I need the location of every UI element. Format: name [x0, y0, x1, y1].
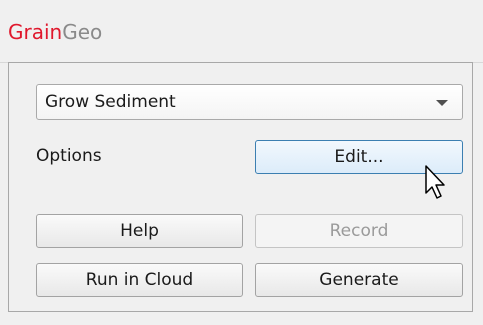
options-label: Options: [36, 146, 102, 166]
help-button[interactable]: Help: [36, 214, 243, 248]
app-title-geo: Geo: [62, 20, 103, 44]
app-title-grain: Grain: [8, 20, 63, 44]
operation-select-value: Grow Sediment: [45, 92, 176, 112]
run-in-cloud-button[interactable]: Run in Cloud: [36, 263, 243, 297]
record-button[interactable]: Record: [255, 214, 463, 248]
generate-button[interactable]: Generate: [255, 263, 463, 297]
operation-select[interactable]: Grow Sediment: [36, 84, 463, 120]
title-bar: GrainGeo: [0, 0, 483, 63]
graingeo-panel: GrainGeo Grow Sediment Options Edit... H…: [0, 0, 483, 325]
chevron-down-icon: [436, 100, 448, 106]
app-title: GrainGeo: [8, 20, 102, 44]
pointer-cursor-icon: [425, 165, 445, 199]
